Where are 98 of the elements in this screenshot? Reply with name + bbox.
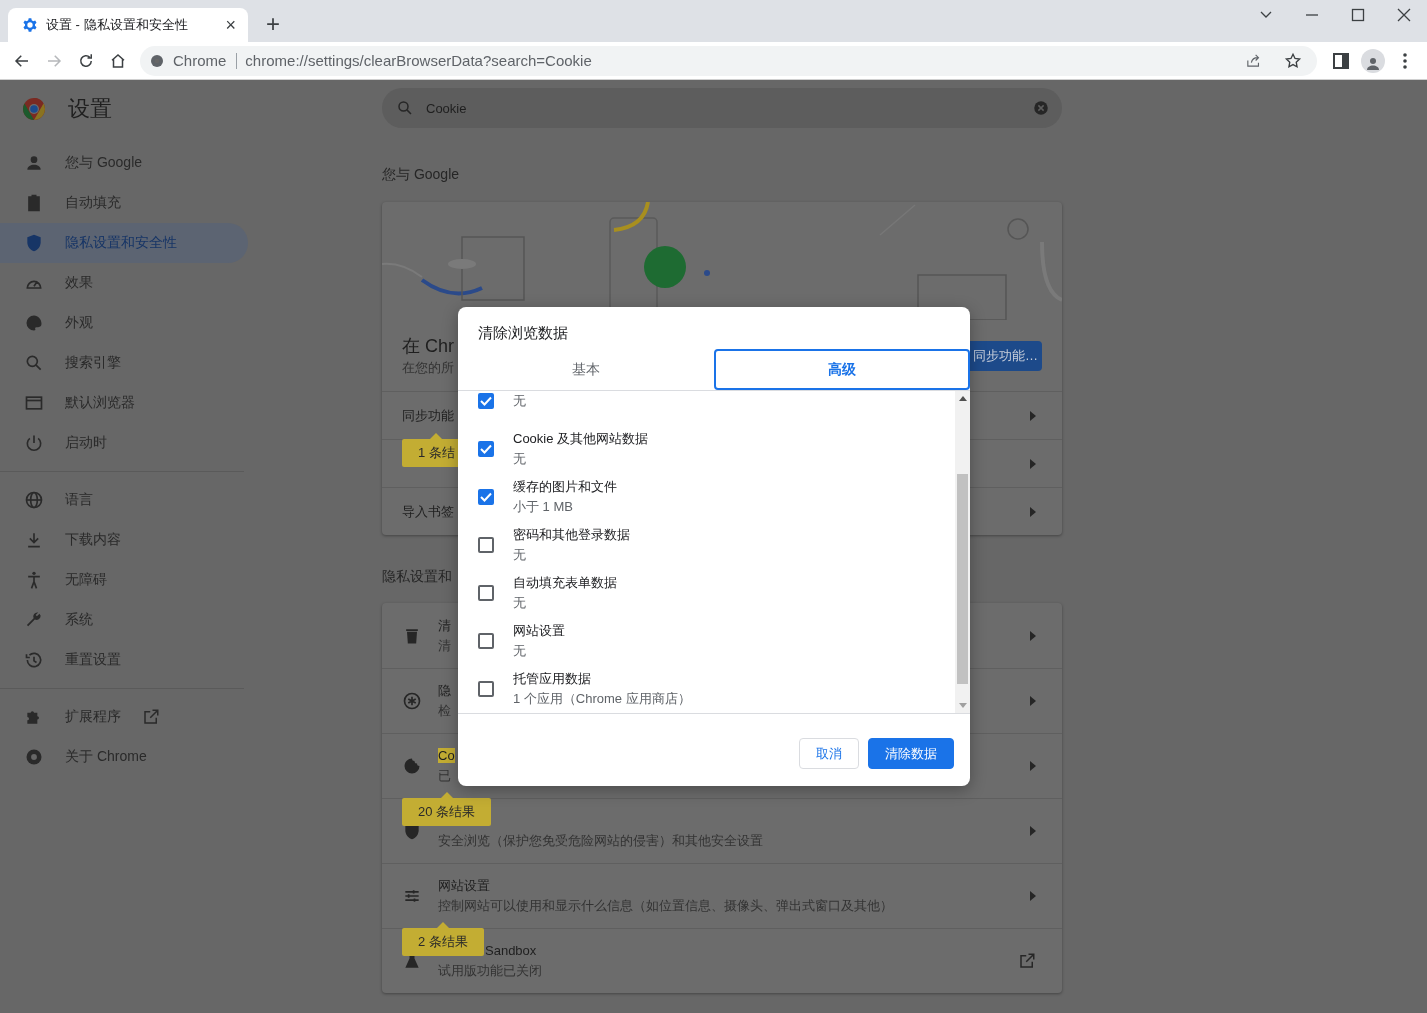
search-field[interactable]: Cookie xyxy=(382,88,1062,128)
caret-right-icon xyxy=(1030,826,1036,836)
caret-right-icon xyxy=(1030,761,1036,771)
sync-button[interactable]: 同步功能… xyxy=(969,340,1042,371)
sidebar-item[interactable]: 自动填充 xyxy=(0,183,248,223)
caret-right-icon xyxy=(1030,458,1036,469)
person-icon xyxy=(24,153,44,173)
row-title: Sandbox xyxy=(485,942,537,960)
row-subtitle: 检 xyxy=(438,702,451,720)
url-text: chrome://settings/clearBrowserData?search=Cookie xyxy=(245,52,593,69)
external-link-icon xyxy=(142,708,160,726)
caret-right-icon xyxy=(1030,891,1036,901)
item-label: 自动填充表单数据 xyxy=(513,574,617,592)
row-title: 导入书签 xyxy=(402,502,454,521)
row-title: Co xyxy=(438,747,455,765)
item-detail: 无 xyxy=(513,642,526,660)
avatar-button[interactable] xyxy=(1361,48,1385,73)
sidebar-item[interactable]: 隐私设置和安全性 xyxy=(0,223,248,263)
result-count-bubble: 20 条结果 xyxy=(402,798,492,826)
site-label: Chrome xyxy=(173,52,238,69)
power-icon xyxy=(24,433,44,453)
sidebar-item[interactable]: 系统 xyxy=(0,600,248,640)
row-subtitle: 清 xyxy=(438,636,451,655)
settings-title: 设置 xyxy=(68,95,112,123)
promo-title: 在 Chr xyxy=(402,334,454,358)
item-detail: 无 xyxy=(513,546,526,564)
cancel-button[interactable]: 取消 xyxy=(799,738,859,769)
item-label: 托管应用数据 xyxy=(513,670,591,688)
shield-icon xyxy=(24,233,44,253)
item-detail: 无 xyxy=(513,450,526,468)
sidebar-item[interactable]: 启动时 xyxy=(0,423,248,463)
sidebar-item[interactable]: 扩展程序 xyxy=(0,697,248,737)
caret-right-icon xyxy=(1030,506,1036,517)
row-title: 清 xyxy=(438,616,451,635)
dialog-tab[interactable]: 高级 xyxy=(714,349,970,390)
search-icon xyxy=(24,353,44,373)
checkbox[interactable] xyxy=(478,489,494,505)
chrome-logo-icon xyxy=(22,97,46,121)
close-icon[interactable] xyxy=(1397,8,1411,22)
close-tab-button[interactable]: × xyxy=(221,15,240,35)
item-label: 网站设置 xyxy=(513,622,565,640)
search-icon xyxy=(396,99,414,117)
palette-icon xyxy=(24,313,44,333)
sidebar-item[interactable]: 搜索引擎 xyxy=(0,343,248,383)
checkbox[interactable] xyxy=(478,633,494,649)
checkbox[interactable] xyxy=(478,441,494,457)
sidebar-item[interactable]: 无障碍 xyxy=(0,560,248,600)
checkbox[interactable] xyxy=(478,585,494,601)
browser-tab[interactable]: 设置 - 隐私设置和安全性 × xyxy=(8,8,248,42)
checkbox[interactable] xyxy=(478,681,494,697)
scroll-up-arrow-icon[interactable] xyxy=(958,396,967,401)
sidebar-item[interactable]: 语言 xyxy=(0,480,248,520)
section-heading: 隐私设置和 xyxy=(382,567,452,586)
asterisk-icon xyxy=(402,691,422,711)
maximize-icon[interactable] xyxy=(1351,8,1365,22)
item-detail: 1 个应用（Chrome 应用商店） xyxy=(513,690,691,708)
dialog-title: 清除浏览数据 xyxy=(478,323,569,343)
share-icon[interactable] xyxy=(1244,52,1262,69)
browser-icon xyxy=(24,393,44,413)
clear-data-button[interactable]: 清除数据 xyxy=(868,738,954,769)
gear-icon xyxy=(22,17,38,33)
star-icon[interactable] xyxy=(1284,51,1302,70)
scrollbar[interactable] xyxy=(955,391,970,713)
caret-right-icon xyxy=(1030,630,1036,641)
address-bar[interactable]: Chrome chrome://settings/clearBrowserData?search=Cookie xyxy=(140,45,1317,76)
sidebar-item[interactable]: 外观 xyxy=(0,303,248,343)
sidebar-item[interactable]: 下载内容 xyxy=(0,520,248,560)
section-heading: 您与 Google xyxy=(382,165,460,184)
new-tab-button[interactable]: + xyxy=(260,10,286,38)
reload-icon[interactable] xyxy=(77,51,95,70)
sidebar-item[interactable]: 重置设置 xyxy=(0,640,248,680)
tab-title: 设置 - 隐私设置和安全性 xyxy=(46,16,189,34)
checkbox[interactable] xyxy=(478,537,494,553)
external-link-icon xyxy=(1018,952,1036,970)
sidebar-item[interactable]: 默认浏览器 xyxy=(0,383,248,423)
item-detail: 无 xyxy=(513,594,526,612)
item-label: 密码和其他登录数据 xyxy=(513,526,630,544)
row-title: 网站设置 xyxy=(438,877,490,895)
side-panel-icon[interactable] xyxy=(1333,52,1349,69)
caret-right-icon xyxy=(1030,410,1036,421)
item-detail: 小于 1 MB xyxy=(513,498,573,516)
row-title: 隐 xyxy=(438,682,451,700)
dialog-tab[interactable]: 基本 xyxy=(458,349,714,390)
menu-icon[interactable] xyxy=(1403,52,1407,69)
row-title: 同步功能 xyxy=(402,406,454,425)
item-label: Cookie 及其他网站数据 xyxy=(513,430,649,448)
home-icon[interactable] xyxy=(109,51,127,70)
globe-icon xyxy=(24,490,44,510)
item-detail: 无 xyxy=(513,392,526,410)
cookie-icon xyxy=(402,756,422,776)
caret-right-icon xyxy=(1030,696,1036,706)
result-count-bubble: 2 条结果 xyxy=(402,928,484,956)
item-label: 缓存的图片和文件 xyxy=(513,478,617,496)
sidebar-item[interactable]: 您与 Google xyxy=(0,143,248,183)
checkbox[interactable] xyxy=(478,393,494,409)
history-icon xyxy=(24,650,44,670)
scrollbar-thumb[interactable] xyxy=(957,474,968,684)
sidebar-item[interactable]: 效果 xyxy=(0,263,248,303)
